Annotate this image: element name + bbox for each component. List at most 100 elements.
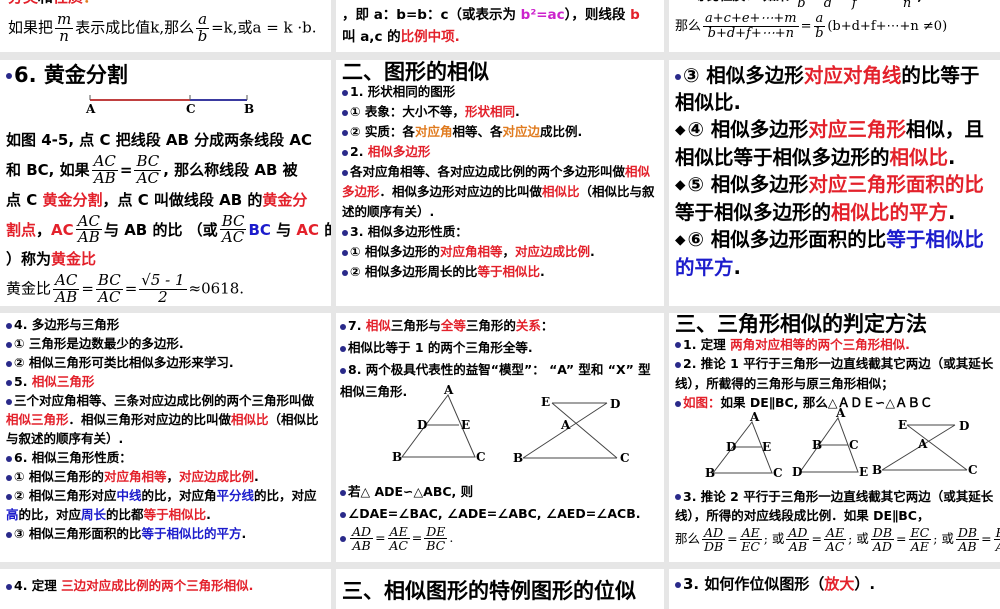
highlight-text: 对应三角形面积的比 bbox=[808, 173, 984, 196]
numerator: DB bbox=[870, 524, 895, 540]
numerator: AD bbox=[350, 524, 374, 540]
text-line: 7. 相似三角形与全等三角形的关系： bbox=[340, 315, 660, 337]
highlight-text: 相似多边形 bbox=[367, 144, 431, 159]
text-line: 2. 相似多边形 bbox=[342, 142, 658, 162]
text: = bbox=[896, 530, 907, 546]
text: 7. bbox=[348, 318, 366, 333]
fraction: ef bbox=[848, 0, 860, 11]
text: 3. 相似多边形性质： bbox=[350, 224, 468, 239]
highlight-text: 对应边成比例 bbox=[178, 469, 254, 484]
text: ≈0618. bbox=[188, 279, 245, 298]
text-line: 割点，ACACAB与 AB 的比 （或BCACBC 与 AC 的比 bbox=[6, 213, 331, 247]
bullet-dot-icon bbox=[342, 229, 348, 236]
text: . bbox=[253, 469, 259, 484]
denominator: AB bbox=[77, 228, 100, 247]
text: 和 bbox=[38, 0, 53, 6]
highlight-text: 如图： bbox=[683, 395, 721, 410]
bullet-dot-icon bbox=[342, 129, 348, 136]
text: 5. bbox=[14, 374, 32, 389]
text: 三角形的 bbox=[465, 318, 516, 333]
bullet-dot-icon bbox=[6, 474, 12, 481]
text: 如果 DE∥BC, 那么△ＡＤＥ∽△ＡＢＣ bbox=[720, 395, 933, 410]
text: = bbox=[375, 530, 386, 546]
bullet-dot-icon bbox=[675, 361, 681, 368]
text: 与 bbox=[270, 220, 297, 239]
text: = bbox=[411, 530, 423, 546]
fraction: DE BC bbox=[424, 525, 448, 554]
text: 项，a 称为 a,b,c 的 bbox=[342, 0, 470, 1]
text: = bbox=[727, 530, 738, 546]
text-line: 各对应角相等、各对应边成比例的两个多边形叫做相似多边形．相似多边形对应边的比叫做… bbox=[342, 162, 658, 222]
highlight-text: AC bbox=[51, 220, 74, 239]
text-line: 5. 等比性质： 如果 ab=cd=ef=⋯=mn, bbox=[675, 0, 994, 12]
text-line: 三个对应角相等、三条对应边成比例的两个三角形叫做相似三角形．相似三角形对应边的比… bbox=[6, 391, 325, 448]
text-line: 5. 相似三角形 bbox=[6, 372, 325, 391]
text: 三个对应角相等、三条对应边成比例的两个三角形叫做 bbox=[14, 393, 315, 408]
highlight-text: 比例中项. bbox=[400, 29, 460, 45]
denominator: b+d+f+⋯+n bbox=[707, 26, 795, 41]
numerator: EC bbox=[908, 524, 932, 540]
numerator: AD bbox=[702, 524, 726, 540]
fraction: mn bbox=[55, 11, 74, 45]
bullet-dot-icon bbox=[340, 345, 346, 352]
fraction: AD AB bbox=[786, 525, 810, 553]
bullet-dot-icon bbox=[342, 269, 348, 276]
text: 5. 等比性质： 如果 bbox=[675, 0, 794, 4]
text: ．相似三角形对应边的比叫做 bbox=[68, 412, 232, 427]
text: ： bbox=[540, 318, 554, 333]
text-line: 和 BC, 如果 AC AB = BC AC, 那么称线段 AB 被 bbox=[6, 153, 325, 187]
text: 和 BC, 如果 bbox=[6, 160, 90, 179]
bullet-dot-icon bbox=[340, 535, 346, 542]
text-line: ① 相似三角形的对应角相等，对应边成比例. bbox=[6, 467, 325, 486]
text: 相等、各 bbox=[452, 124, 503, 139]
bullet-dot-icon bbox=[6, 531, 12, 538]
text: 表示成比值k,那么 bbox=[75, 18, 195, 37]
highlight-text: 关系 bbox=[515, 318, 541, 333]
bullet-dot-icon bbox=[6, 379, 12, 386]
highlight-text: 对应角相等 bbox=[439, 244, 503, 259]
text: 那么 bbox=[675, 530, 701, 546]
text: ，即 a：b=b：c（或表示为 bbox=[342, 7, 521, 23]
text: . bbox=[948, 146, 956, 169]
text: ③ 相似三角形面积的比 bbox=[14, 526, 142, 541]
denominator: AD bbox=[872, 538, 892, 554]
highlight-text: 相似三角形 bbox=[6, 412, 69, 427]
text: (b+d+f+⋯+n ≠0) bbox=[827, 19, 948, 34]
text: ; 或 bbox=[763, 530, 785, 546]
fraction: AE EC bbox=[739, 525, 762, 553]
denominator: BC bbox=[426, 538, 446, 554]
text-line: AD AB = AE AC = DE BC. bbox=[340, 525, 660, 552]
text: 1. 定理 bbox=[683, 336, 731, 352]
text: ; 或 bbox=[848, 530, 869, 546]
text: 6. 相似三角形性质： bbox=[14, 450, 132, 465]
highlight-text: 等于相似比的平方 bbox=[141, 526, 242, 541]
text-line: ① 表象：大小不等，形状相同. bbox=[342, 102, 658, 122]
highlight-text: 全等 bbox=[440, 318, 466, 333]
highlight-text: 放大 bbox=[824, 575, 855, 593]
text: 若△ ADE∽△ABC, 则 bbox=[348, 484, 474, 499]
panel-equal-ratio: 5. 等比性质： 如果 ab=cd=ef=⋯=mn,那么a+c+e+⋯+mb+d… bbox=[669, 0, 1000, 52]
text-line: ∠DAE=∠BAC, ∠ADE=∠ABC, ∠AED=∠ACB. bbox=[340, 503, 660, 525]
text-line: ◆ ⑤ 相似多边形对应三角形面积的比等于相似多边形的相似比的平方. bbox=[675, 171, 994, 226]
highlight-text: 对应角 bbox=[414, 124, 453, 139]
text: 成比例. bbox=[539, 124, 583, 139]
bullet-dot-icon bbox=[6, 360, 12, 367]
highlight-text: 三边对应成比例的两个三角形相似. bbox=[61, 578, 254, 593]
text: 2. 推论 1 平行于三角形一边直线截其它两边（或其延长线），所截得的三角形与原… bbox=[675, 356, 994, 391]
numerator: EC bbox=[993, 525, 1000, 540]
highlight-text: 对应角相等 bbox=[103, 469, 167, 484]
fraction: AC AB bbox=[91, 153, 118, 187]
text: ⑥ 相似多边形面积的比 bbox=[687, 228, 887, 251]
text-line: 相似比等于 1 的两个三角形全等. bbox=[340, 337, 660, 359]
text: ）称为 bbox=[6, 250, 52, 268]
denominator: DB bbox=[703, 538, 724, 554]
text: =⋯= bbox=[862, 0, 897, 4]
text-line: ，即 a：b=b：c（或表示为 b²=ac），则线段 b bbox=[342, 4, 658, 26]
text-line: 如果把 m n 表示成比值k,那么 a b =k,或a = k ·b. bbox=[8, 11, 323, 45]
text-line: 那么 a+c+e+⋯+m b+d+f+⋯+n = a b (b+d+f+⋯+n ≠0) bbox=[675, 12, 994, 42]
text-line: 3. 如何作位似图形（放大）. bbox=[675, 573, 994, 594]
highlight-text: 对应边 bbox=[502, 124, 540, 139]
panel-proportional-mean: 项，a 称为 a,b,c 的第四比例项 ，即 a：b=b：c（或表示为 b²=ac… bbox=[336, 0, 664, 52]
bullet-dot-icon bbox=[342, 249, 348, 256]
text: . bbox=[206, 507, 211, 522]
